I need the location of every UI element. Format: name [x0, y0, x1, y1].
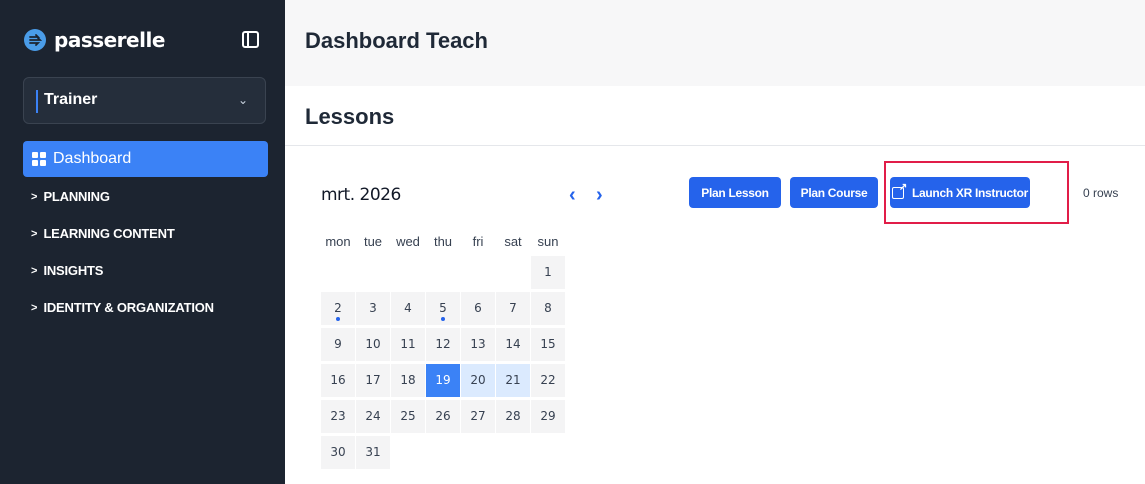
calendar-day-14[interactable]: 14	[496, 328, 530, 361]
sidebar-item-dashboard[interactable]: Dashboard	[23, 141, 268, 177]
brand-name: passerelle	[54, 28, 165, 52]
calendar-day-8[interactable]: 8	[531, 292, 565, 325]
calendar-day-15[interactable]: 15	[531, 328, 565, 361]
calendar-weekday-sun: sun	[537, 234, 559, 249]
calendar-day-10[interactable]: 10	[356, 328, 390, 361]
sidebar-item-identity-organization[interactable]: > IDENTITY & ORGANIZATION	[31, 300, 214, 315]
chevron-right-icon[interactable]: ›	[596, 184, 603, 206]
role-accent-bar	[36, 90, 38, 113]
sidebar-item-insights[interactable]: > INSIGHTS	[31, 263, 103, 278]
calendar-day-11[interactable]: 11	[391, 328, 425, 361]
calendar-day-1[interactable]: 1	[531, 256, 565, 289]
calendar-day-2[interactable]: 2	[321, 292, 355, 325]
section-title: Lessons	[305, 104, 395, 129]
calendar-empty-cell	[461, 256, 495, 289]
sidebar-item-label: PLANNING	[43, 189, 110, 204]
calendar-empty-cell	[321, 256, 355, 289]
calendar-empty-cell	[391, 256, 425, 289]
calendar-day-17[interactable]: 17	[356, 364, 390, 397]
sidebar: passerelle Trainer ⌄ Dashboard > PLANNIN…	[0, 0, 285, 484]
chevron-right-icon: >	[31, 227, 38, 240]
role-select[interactable]: Trainer ⌄	[23, 77, 266, 124]
calendar-day-16[interactable]: 16	[321, 364, 355, 397]
brand-logo[interactable]: passerelle	[24, 28, 165, 52]
calendar-empty-cell	[496, 436, 530, 469]
calendar-day-20[interactable]: 20	[461, 364, 495, 397]
calendar-day-21[interactable]: 21	[496, 364, 530, 397]
role-select-value: Trainer	[44, 91, 98, 108]
calendar-month-label: mrt. 2026	[321, 185, 401, 205]
calendar-weekday-fri: fri	[472, 234, 484, 249]
calendar-day-4[interactable]: 4	[391, 292, 425, 325]
plan-lesson-button[interactable]: Plan Lesson	[689, 177, 781, 208]
calendar-empty-cell	[461, 436, 495, 469]
calendar-day-18[interactable]: 18	[391, 364, 425, 397]
sidebar-item-learning-content[interactable]: > LEARNING CONTENT	[31, 226, 175, 241]
rows-count: 0 rows	[1083, 186, 1119, 200]
calendar-empty-cell	[426, 256, 460, 289]
calendar-empty-cell	[426, 436, 460, 469]
page-title: Dashboard Teach	[305, 28, 488, 53]
event-dot-icon	[336, 317, 340, 321]
top-bar: Dashboard Teach	[285, 0, 1145, 86]
calendar-day-9[interactable]: 9	[321, 328, 355, 361]
main-content: Dashboard Teach Lessons mrt. 2026 ‹ › mo…	[285, 0, 1145, 484]
calendar-day-3[interactable]: 3	[356, 292, 390, 325]
highlight-outline	[884, 161, 1069, 224]
calendar-day-19[interactable]: 19	[426, 364, 460, 397]
sidebar-item-label: IDENTITY & ORGANIZATION	[43, 300, 214, 315]
calendar-day-29[interactable]: 29	[531, 400, 565, 433]
event-dot-icon	[441, 317, 445, 321]
plan-course-button[interactable]: Plan Course	[790, 177, 878, 208]
calendar-day-12[interactable]: 12	[426, 328, 460, 361]
calendar-day-23[interactable]: 23	[321, 400, 355, 433]
sidebar-item-label: Dashboard	[53, 150, 132, 167]
calendar-day-27[interactable]: 27	[461, 400, 495, 433]
calendar-empty-cell	[356, 256, 390, 289]
calendar-weekday-tue: tue	[363, 234, 383, 249]
calendar-day-24[interactable]: 24	[356, 400, 390, 433]
calendar-day-31[interactable]: 31	[356, 436, 390, 469]
calendar-day-25[interactable]: 25	[391, 400, 425, 433]
chevron-right-icon: >	[31, 190, 38, 203]
chevron-right-icon: >	[31, 301, 38, 314]
calendar-weekday-sat: sat	[504, 234, 522, 249]
chevron-down-icon: ⌄	[237, 93, 248, 107]
calendar-empty-cell	[391, 436, 425, 469]
passerelle-logo-icon	[24, 29, 46, 51]
calendar-empty-cell	[496, 256, 530, 289]
calendar-weekday-thu: thu	[433, 234, 453, 249]
sidebar-item-label: LEARNING CONTENT	[43, 226, 175, 241]
calendar-weekday-mon: mon	[325, 234, 351, 249]
calendar-empty-cell	[531, 436, 565, 469]
chevron-right-icon: >	[31, 264, 38, 277]
calendar-day-6[interactable]: 6	[461, 292, 495, 325]
calendar-day-22[interactable]: 22	[531, 364, 565, 397]
calendar-day-30[interactable]: 30	[321, 436, 355, 469]
calendar-day-26[interactable]: 26	[426, 400, 460, 433]
sidebar-item-label: INSIGHTS	[43, 263, 104, 278]
sidebar-item-planning[interactable]: > PLANNING	[31, 189, 110, 204]
sidebar-toggle-icon[interactable]	[242, 31, 259, 48]
divider	[285, 145, 1145, 146]
calendar-day-13[interactable]: 13	[461, 328, 495, 361]
calendar-day-5[interactable]: 5	[426, 292, 460, 325]
chevron-left-icon[interactable]: ‹	[569, 184, 576, 206]
calendar-weekday-wed: wed	[396, 234, 420, 249]
calendar-day-7[interactable]: 7	[496, 292, 530, 325]
dashboard-grid-icon	[32, 152, 46, 166]
calendar-day-28[interactable]: 28	[496, 400, 530, 433]
